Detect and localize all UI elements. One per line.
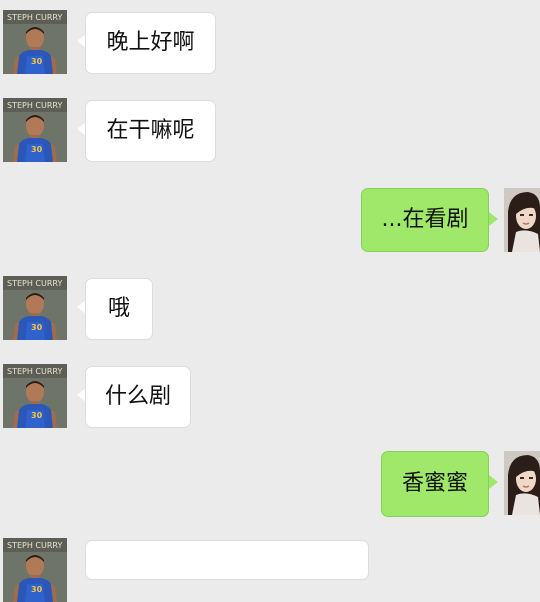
- message-text: 什么剧: [104, 384, 171, 409]
- message-text: ...在看剧: [381, 207, 469, 232]
- message-bubble[interactable]: 在干嘛呢: [85, 100, 216, 162]
- message-row: 晚上好啊: [0, 10, 540, 80]
- message-row: 哦: [0, 276, 540, 346]
- message-bubble[interactable]: 什么剧: [85, 366, 191, 428]
- message-row: ...在看剧: [0, 188, 540, 258]
- girl-avatar[interactable]: [504, 451, 540, 515]
- message-row: [0, 538, 540, 578]
- message-text: 哦: [107, 296, 130, 321]
- message-text: 晚上好啊: [106, 30, 195, 55]
- curry-avatar[interactable]: [3, 538, 67, 602]
- bubble-tail: [489, 212, 498, 226]
- girl-avatar[interactable]: [504, 188, 540, 252]
- message-row: 什么剧: [0, 364, 540, 434]
- message-text: 香蜜蜜: [401, 471, 468, 496]
- message-text: 在干嘛呢: [106, 118, 195, 143]
- message-bubble[interactable]: ...在看剧: [361, 188, 489, 252]
- message-row: 在干嘛呢: [0, 98, 540, 168]
- message-bubble[interactable]: 哦: [85, 278, 153, 340]
- message-bubble[interactable]: 晚上好啊: [85, 12, 216, 74]
- curry-avatar[interactable]: [3, 276, 67, 340]
- curry-avatar[interactable]: [3, 364, 67, 428]
- curry-avatar[interactable]: [3, 98, 67, 162]
- message-bubble[interactable]: 香蜜蜜: [381, 451, 489, 517]
- curry-avatar[interactable]: [3, 10, 67, 74]
- message-row: 香蜜蜜: [0, 451, 540, 521]
- message-bubble[interactable]: [85, 540, 369, 580]
- bubble-tail: [489, 475, 498, 489]
